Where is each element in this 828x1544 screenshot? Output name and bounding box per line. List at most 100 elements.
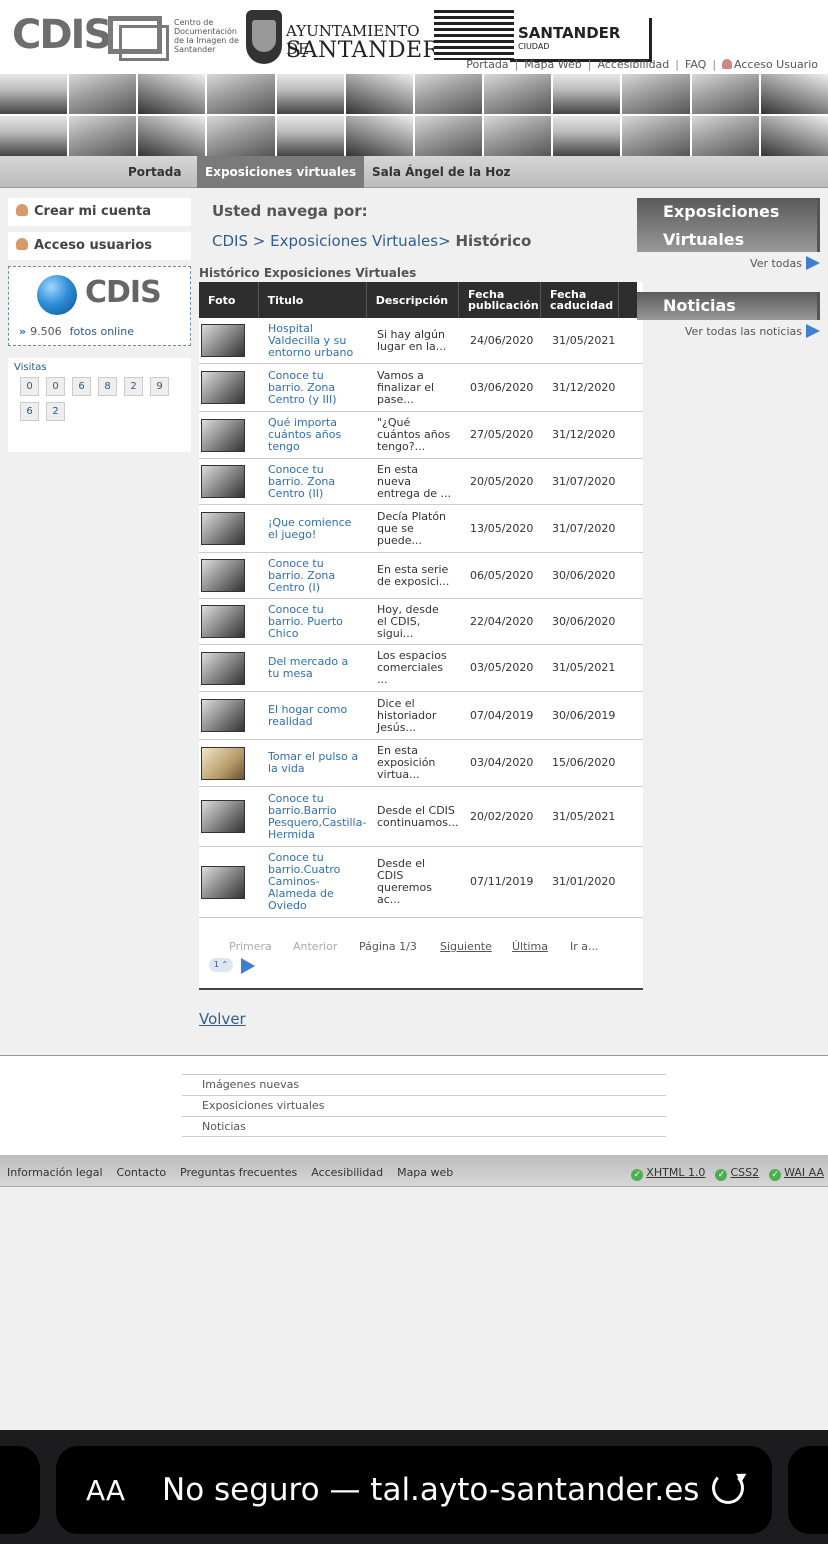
validator-wai[interactable]: ✓ WAI AA: [769, 1155, 824, 1191]
cdis-logo[interactable]: CDIS Centro de Documentación de la Image…: [12, 12, 239, 62]
cdis-photos-box[interactable]: CDIS » 9.506 fotos online: [8, 266, 191, 346]
bottom-links: Información legal Contacto Preguntas fre…: [7, 1155, 453, 1191]
pagination: Primera Anterior Página 1/3 Siguiente Úl…: [199, 918, 643, 990]
see-all-expos-link[interactable]: Ver todas: [750, 257, 802, 270]
bottom-link-faq[interactable]: Preguntas frecuentes: [180, 1155, 297, 1191]
exhibition-thumbnail[interactable]: [201, 865, 245, 899]
bottom-link-contacto[interactable]: Contacto: [117, 1155, 167, 1191]
breadcrumb-exposiciones[interactable]: Exposiciones Virtuales>: [270, 232, 451, 250]
pager-goto: Ir a...: [570, 940, 599, 953]
validator-css-label[interactable]: CSS2: [730, 1166, 759, 1179]
cdis-logo-word: CDIS: [12, 12, 112, 58]
exhibition-title-link[interactable]: Tomar el pulso a la vida: [268, 751, 359, 775]
cell-titulo: Conoce tu barrio.Barrio Pesquero,Castill…: [259, 787, 368, 846]
user-access-link[interactable]: Acceso Usuario: [722, 58, 818, 71]
exhibition-thumbnail[interactable]: [201, 324, 245, 357]
pager-last[interactable]: Última: [512, 940, 548, 953]
back-link[interactable]: Volver: [199, 1010, 246, 1028]
nav-portada[interactable]: Portada: [120, 156, 189, 188]
footer-link-noticias[interactable]: Noticias: [202, 1120, 246, 1133]
santander-ciudad-title: SANTANDER: [518, 24, 621, 42]
nav-exposiciones-virtuales[interactable]: Exposiciones virtuales: [197, 156, 365, 188]
exhibition-thumbnail[interactable]: [201, 371, 245, 404]
cell-foto: [199, 318, 259, 363]
cell-titulo: Hospital Valdecilla y su entorno urbano: [259, 318, 368, 363]
visit-digits: 0 0 6 8 2 9 6 2: [14, 377, 174, 421]
table-row: El hogar como realidad Dice el historiado…: [199, 692, 643, 740]
visit-digit: 0: [46, 377, 65, 396]
breadcrumb-cdis[interactable]: CDIS >: [212, 232, 265, 250]
exhibition-title-link[interactable]: Conoce tu barrio. Puerto Chico: [268, 603, 359, 640]
santander-ciudad-sub: CIUDAD: [518, 42, 550, 51]
exhibition-title-link[interactable]: El hogar como realidad: [268, 703, 359, 728]
exhibition-title-link[interactable]: ¡Que comience el juego!: [268, 516, 359, 541]
exhibition-thumbnail[interactable]: [201, 512, 245, 545]
exhibition-thumbnail[interactable]: [201, 418, 245, 452]
left-sidebar: Crear mi cuenta Acceso usuarios CDIS » 9.…: [8, 198, 191, 452]
exhibition-title-link[interactable]: Conoce tu barrio. Zona Centro (II): [268, 463, 359, 500]
pager-prev: Anterior: [293, 940, 338, 953]
validator-wai-label[interactable]: WAI AA: [784, 1166, 824, 1179]
see-all-news[interactable]: Ver todas las noticias: [637, 324, 820, 338]
main-nav: Portada Exposiciones virtuales Sala Ánge…: [0, 156, 828, 188]
cell-fecha-publicacion: 13/05/2020: [470, 521, 534, 535]
go-arrow-icon[interactable]: [241, 958, 255, 974]
see-all-news-link[interactable]: Ver todas las noticias: [685, 325, 802, 338]
photos-online-link[interactable]: fotos online: [70, 325, 134, 338]
cell-fecha-publicacion: 07/11/2019: [470, 875, 534, 888]
cell-fecha-caducidad: 31/07/2020: [552, 521, 616, 535]
exhibition-thumbnail[interactable]: [201, 699, 245, 732]
exhibition-title-link[interactable]: Conoce tu barrio.Barrio Pesquero,Castill…: [268, 792, 366, 841]
bottom-link-legal[interactable]: Información legal: [7, 1155, 103, 1191]
create-account-button[interactable]: Crear mi cuenta: [8, 198, 191, 226]
address-bar[interactable]: AA No seguro — tal.ayto-santander.es: [56, 1446, 772, 1534]
exhibition-thumbnail[interactable]: [201, 559, 245, 592]
strip-photo: [345, 74, 413, 114]
top-link-portada[interactable]: Portada: [466, 58, 508, 71]
exhibition-thumbnail[interactable]: [201, 465, 245, 498]
nav-sala-angel-de-la-hoz[interactable]: Sala Ángel de la Hoz: [364, 156, 519, 188]
exhibition-title-link[interactable]: Conoce tu barrio.Cuatro Caminos-Alameda …: [268, 852, 359, 912]
top-link-acceso-usuario[interactable]: Acceso Usuario: [734, 58, 818, 71]
previous-tab[interactable]: [0, 1446, 40, 1534]
ayuntamiento-logo[interactable]: AYUNTAMIENTO DE SANTANDER: [246, 10, 439, 66]
separator: |: [587, 58, 592, 71]
validator-xhtml[interactable]: ✓ XHTML 1.0: [631, 1155, 705, 1191]
footer-link-exposiciones[interactable]: Exposiciones virtuales: [202, 1099, 324, 1112]
exhibition-thumbnail[interactable]: [201, 800, 245, 833]
exhibition-title-link[interactable]: Hospital Valdecilla y su entorno urbano: [268, 322, 359, 359]
strip-photo: [553, 74, 621, 114]
cell-foto: [199, 787, 259, 846]
expos-virtuales-header[interactable]: Exposiciones Virtuales: [637, 198, 820, 252]
top-link-mapa-web[interactable]: Mapa Web: [524, 58, 581, 71]
exhibition-thumbnail[interactable]: [201, 651, 245, 685]
bottom-link-mapa-web[interactable]: Mapa web: [397, 1155, 453, 1191]
page-select[interactable]: 1 ⌃: [209, 958, 233, 972]
reader-aa-button[interactable]: AA: [86, 1474, 125, 1507]
next-tab[interactable]: [788, 1446, 828, 1534]
news-header[interactable]: Noticias: [637, 292, 820, 320]
exhibition-title-link[interactable]: Conoce tu barrio. Zona Centro (y III): [268, 369, 359, 406]
reload-icon[interactable]: [712, 1472, 744, 1504]
validator-css[interactable]: ✓ CSS2: [715, 1155, 759, 1191]
url-text[interactable]: No seguro — tal.ayto-santander.es: [162, 1472, 699, 1508]
cell-fecha-publicacion: 20/05/2020: [470, 474, 534, 488]
top-link-accesibilidad[interactable]: Accesibilidad: [597, 58, 669, 71]
exhibition-title-link[interactable]: Qué importa cuántos años tengo: [268, 417, 359, 453]
strip-photo: [276, 74, 344, 114]
bottom-link-accesibilidad[interactable]: Accesibilidad: [311, 1155, 383, 1191]
user-access-button[interactable]: Acceso usuarios: [8, 232, 191, 260]
site-header: CDIS Centro de Documentación de la Image…: [0, 0, 828, 74]
see-all-expos[interactable]: Ver todas: [637, 256, 820, 270]
top-link-faq[interactable]: FAQ: [685, 58, 706, 71]
exhibition-title-link[interactable]: Del mercado a tu mesa: [268, 656, 359, 680]
footer-link-imagenes-nuevas[interactable]: Imágenes nuevas: [202, 1078, 299, 1091]
cell-descripcion: "¿Qué cuántos años tengo?...: [377, 416, 451, 453]
validator-xhtml-label[interactable]: XHTML 1.0: [646, 1166, 705, 1179]
page-select-value: 1: [213, 960, 219, 969]
exhibition-thumbnail[interactable]: [201, 746, 245, 780]
santander-ciudad-logo[interactable]: SANTANDER CIUDAD: [434, 10, 656, 64]
pager-next[interactable]: Siguiente: [440, 940, 492, 953]
exhibition-thumbnail[interactable]: [201, 605, 245, 638]
exhibition-title-link[interactable]: Conoce tu barrio. Zona Centro (I): [268, 557, 359, 594]
